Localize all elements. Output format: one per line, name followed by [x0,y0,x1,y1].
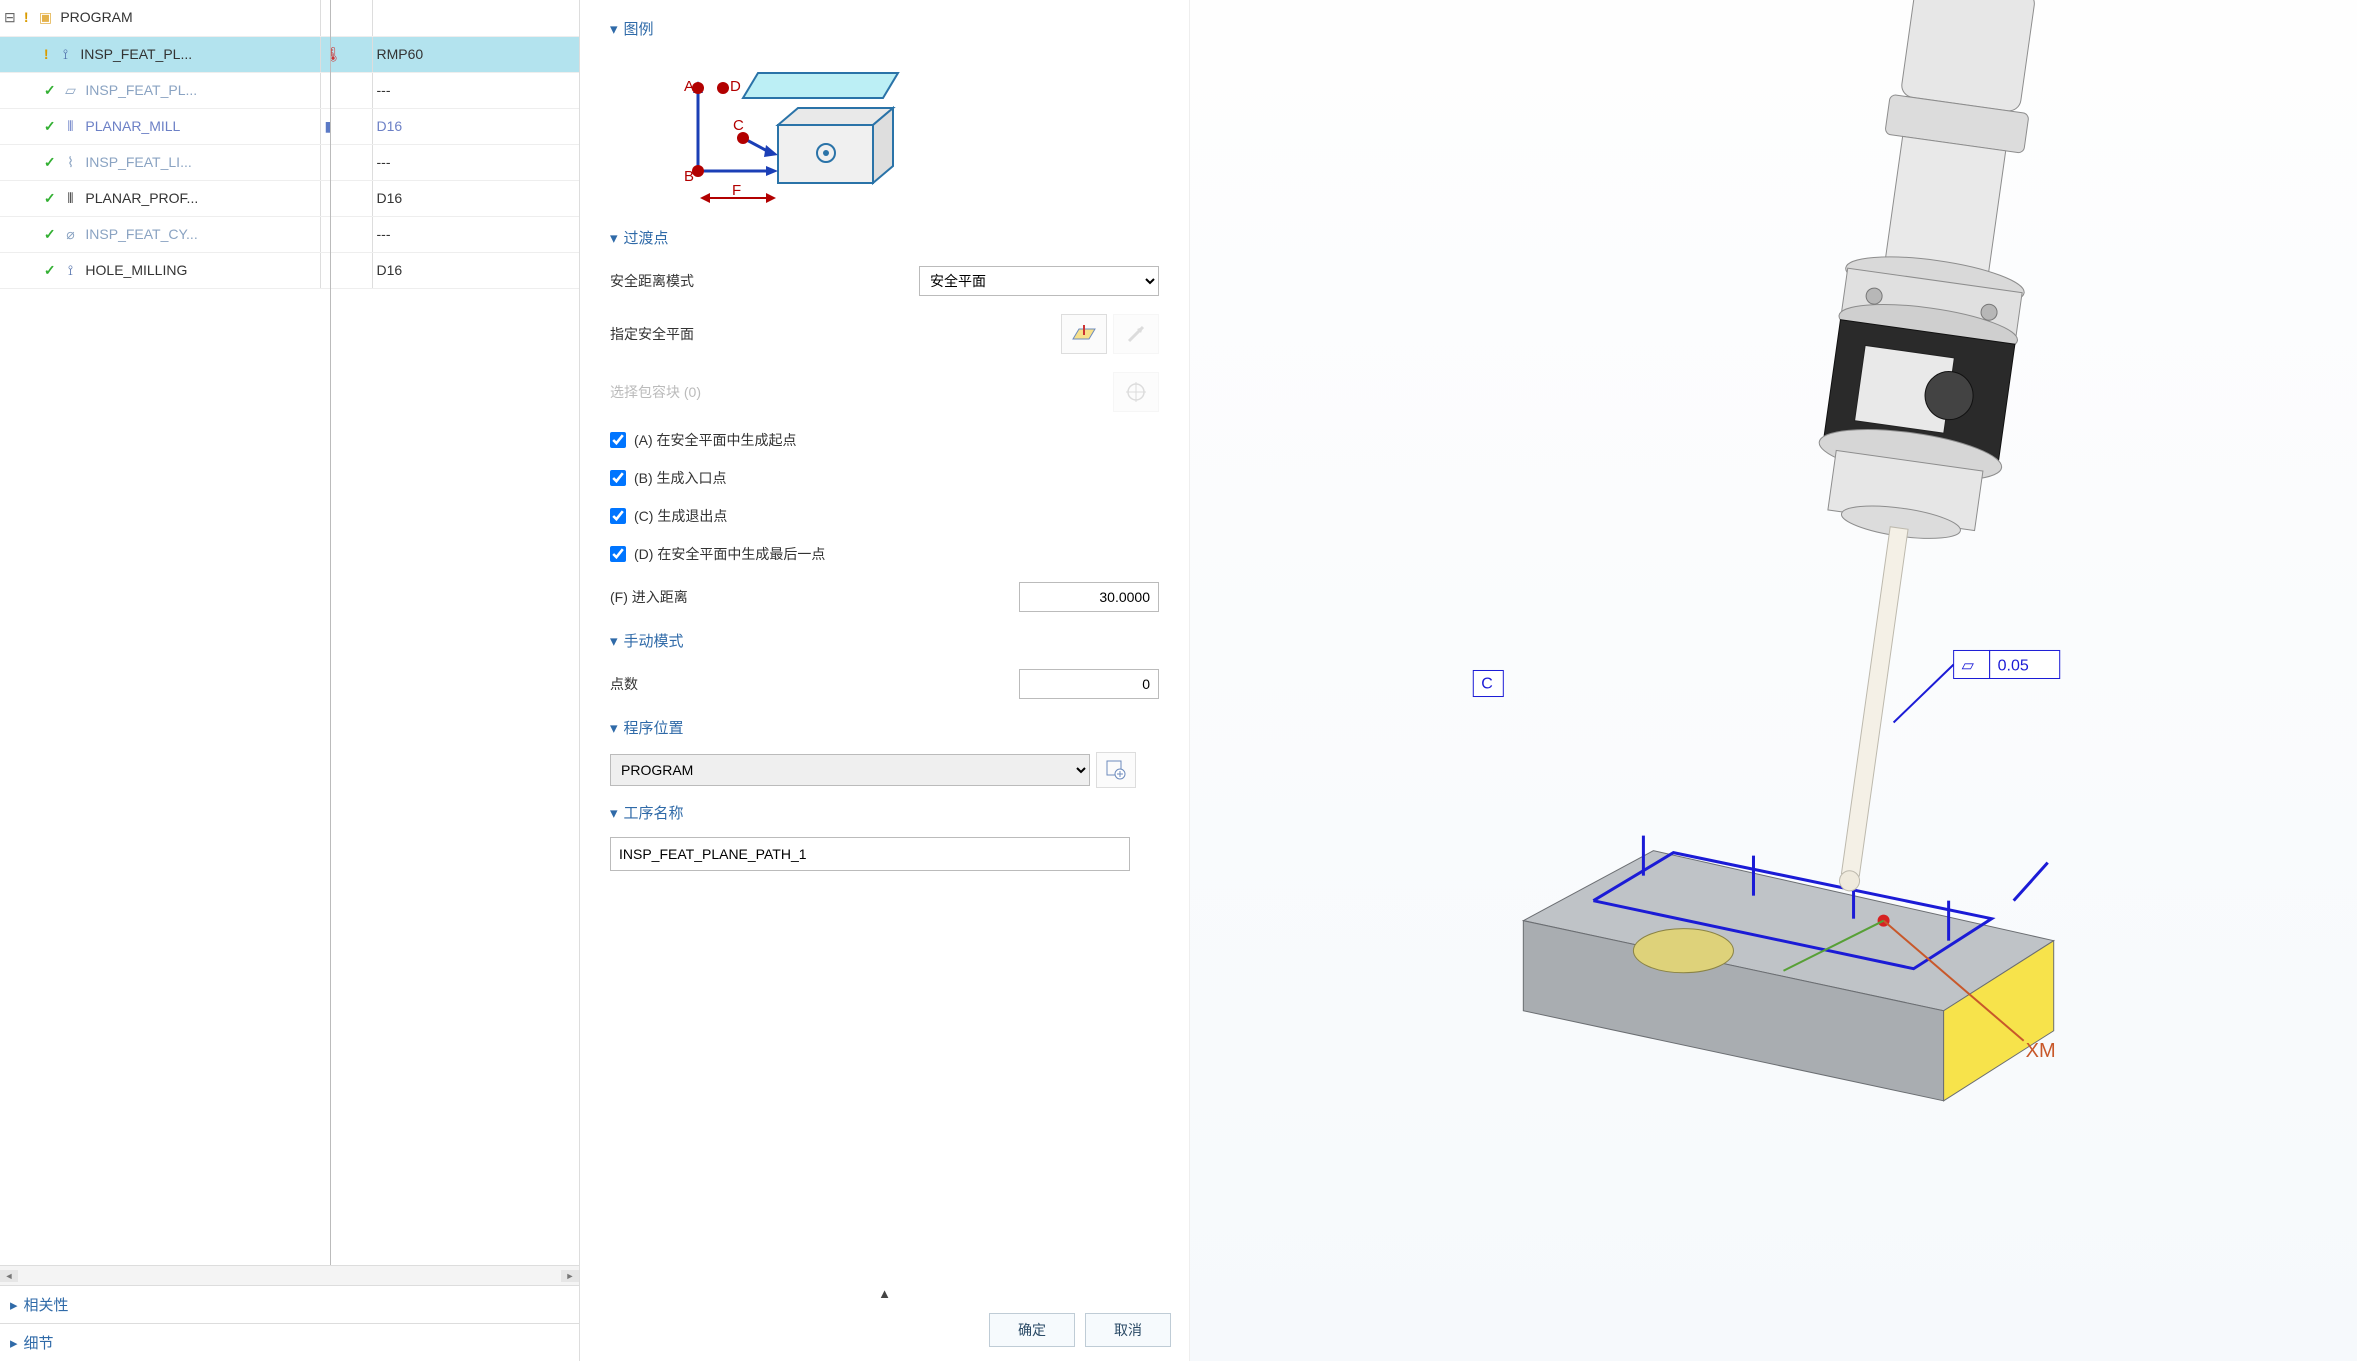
horizontal-scrollbar[interactable] [0,1265,579,1285]
specify-plane-label: 指定安全平面 [610,324,1061,344]
tree-row[interactable]: ✓ ⦀ PLANAR_PROF... D16 [0,180,579,216]
op-name: INSP_FEAT_CY... [85,226,197,242]
check-icon: ✓ [44,82,56,98]
square-icon: ▱ [62,82,80,99]
check-icon: ✓ [44,190,56,206]
tool-name: --- [377,226,391,242]
program-tree[interactable]: ⊟ ! ▣ PROGRAM ! ⟟ INSP_FEAT_PL... [0,0,579,1265]
checkbox-d[interactable] [610,546,626,562]
check-icon: ✓ [44,262,56,278]
target-icon [1125,381,1147,403]
insert-icon: ▮ [325,118,333,134]
checkbox-b[interactable] [610,470,626,486]
program-browse-button[interactable] [1096,752,1136,788]
check-icon: ✓ [44,226,56,242]
op-name: INSP_FEAT_PL... [80,46,192,62]
operation-name-input[interactable] [610,837,1130,871]
vector-icon [1125,323,1147,345]
warn-icon: ! [24,9,29,25]
browse-icon [1105,759,1127,781]
program-location-select[interactable]: PROGRAM [610,754,1090,786]
tree-root-row[interactable]: ⊟ ! ▣ PROGRAM [0,0,579,36]
collapse-up-icon[interactable]: ▲ [878,1286,891,1301]
tool-name: --- [377,82,391,98]
cyl-icon: ⌀ [62,226,80,243]
op-name: INSP_FEAT_PL... [85,82,197,98]
probe-tool [1758,0,2068,904]
legend-label-a: A [684,78,694,95]
legend-label-c: C [733,117,744,134]
probe-icon: ⟟ [56,46,74,63]
ok-button[interactable]: 确定 [989,1313,1075,1347]
legend-label-f: F [732,182,741,199]
specify-plane-vector-button [1113,314,1159,354]
tool-name: RMP60 [377,46,424,62]
tolerance-value: 0.05 [1998,657,2029,674]
tool-name: D16 [377,118,403,134]
tree-row[interactable]: ✓ ⦀ PLANAR_MILL ▮ D16 [0,108,579,144]
op-name: PLANAR_MILL [85,118,180,134]
op-name: PLANAR_PROF... [85,190,198,206]
legend-diagram: A D C B F [638,53,918,213]
thermometer-icon: 🌡 [325,46,343,62]
safe-mode-select[interactable]: 安全平面 [919,266,1159,296]
approach-distance-input[interactable] [1019,582,1159,612]
check-icon: ✓ [44,154,56,170]
safe-mode-label: 安全距离模式 [610,271,919,291]
section-program[interactable]: 程序位置 [610,713,1159,742]
legend-label-b: B [684,168,694,185]
tree-row[interactable]: ! ⟟ INSP_FEAT_PL... 🌡 RMP60 [0,36,579,72]
model-scene: XM C ▱ 0.05 [1190,0,2357,1361]
tree-row[interactable]: ✓ ▱ INSP_FEAT_PL... --- [0,72,579,108]
section-detail[interactable]: 细节 [0,1323,579,1361]
tool-name: D16 [377,262,403,278]
check-icon: ✓ [44,118,56,134]
op-name: INSP_FEAT_LI... [85,154,191,170]
tool-name: D16 [377,190,403,206]
tool-name: --- [377,154,391,170]
tree-root-label: PROGRAM [60,9,132,25]
opt-c-label: (C) 生成退出点 [634,506,727,526]
probe-icon: ⟟ [62,262,80,279]
callout-label-c: C [1481,676,1493,693]
legend-label-d: D [730,78,741,95]
plane-icon [1071,323,1097,345]
opt-a-label: (A) 在安全平面中生成起点 [634,430,797,450]
line-icon: ⌇ [62,154,80,171]
opt-d-label: (D) 在安全平面中生成最后一点 [634,544,825,564]
points-count-input[interactable] [1019,669,1159,699]
collapse-icon[interactable]: ⊟ [4,9,20,26]
axis-label-xm: XM [2026,1040,2056,1062]
select-box-label: 选择包容块 (0) [610,382,1113,402]
warn-icon: ! [44,46,49,62]
section-related[interactable]: 相关性 [0,1285,579,1323]
specify-plane-button[interactable] [1061,314,1107,354]
op-name: HOLE_MILLING [85,262,187,278]
select-box-button [1113,372,1159,412]
section-legend[interactable]: 图例 [610,14,1159,43]
tree-row[interactable]: ✓ ⌇ INSP_FEAT_LI... --- [0,144,579,180]
section-manual[interactable]: 手动模式 [610,626,1159,655]
mill-icon: ⦀ [62,190,80,207]
folder-icon: ▣ [36,9,54,26]
section-opname[interactable]: 工序名称 [610,798,1159,827]
section-transition[interactable]: 过渡点 [610,223,1159,252]
mill-icon: ⦀ [62,118,80,135]
graphics-view[interactable]: XM C ▱ 0.05 [1190,0,2357,1361]
points-label: 点数 [610,674,1019,694]
approach-label: (F) 进入距离 [610,587,1019,607]
opt-b-label: (B) 生成入口点 [634,468,727,488]
program-tree-panel: ⊟ ! ▣ PROGRAM ! ⟟ INSP_FEAT_PL... [0,0,580,1361]
cancel-button[interactable]: 取消 [1085,1313,1171,1347]
svg-text:▱: ▱ [1962,657,1975,674]
checkbox-c[interactable] [610,508,626,524]
operation-dialog: 图例 A D C B F 过渡点 [580,0,1190,1361]
tree-row[interactable]: ✓ ⌀ INSP_FEAT_CY... --- [0,216,579,252]
checkbox-a[interactable] [610,432,626,448]
tree-row[interactable]: ✓ ⟟ HOLE_MILLING D16 [0,252,579,288]
